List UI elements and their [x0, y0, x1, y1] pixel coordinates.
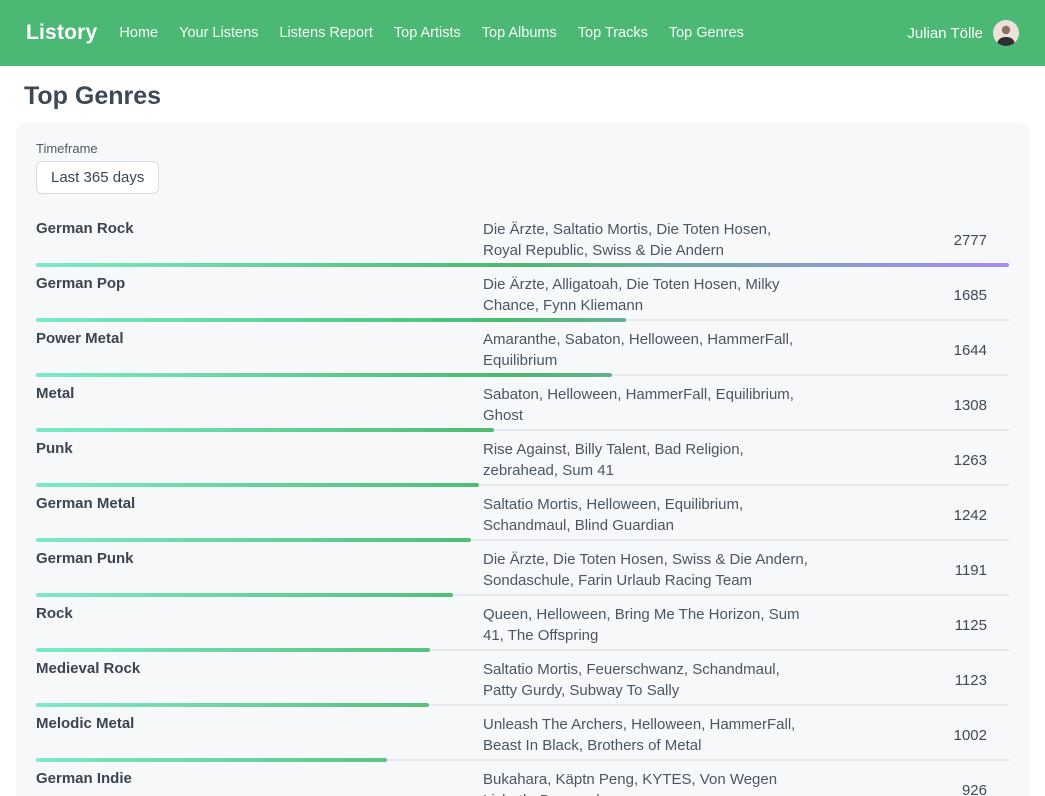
nav-item-your-listens[interactable]: Your Listens [179, 25, 258, 41]
person-icon [993, 20, 1019, 46]
genre-count: 926 [809, 782, 1009, 796]
nav-item-listens-report[interactable]: Listens Report [279, 25, 373, 41]
genre-row: German Rock Die Ärzte, Saltatio Mortis, … [36, 212, 1009, 267]
genre-name: Metal [36, 384, 483, 426]
genre-artists: Unleash The Archers, Helloween, HammerFa… [483, 714, 809, 756]
genre-name: German Metal [36, 494, 483, 536]
timeframe-label: Timeframe [36, 141, 1009, 156]
nav-item-top-genres[interactable]: Top Genres [669, 25, 744, 41]
genre-count: 2777 [809, 232, 1009, 249]
user-name: Julian Tölle [907, 25, 983, 42]
genre-count: 1002 [809, 727, 1009, 744]
top-genres-card: Timeframe Last 365 days German Rock Die … [16, 123, 1029, 796]
page-title: Top Genres [24, 82, 1029, 111]
user-menu[interactable]: Julian Tölle [907, 20, 1019, 46]
genre-count: 1644 [809, 342, 1009, 359]
genre-artists: Bukahara, Käptn Peng, KYTES, Von Wegen L… [483, 769, 809, 796]
nav-item-top-tracks[interactable]: Top Tracks [578, 25, 648, 41]
genre-count: 1123 [809, 672, 1009, 689]
main-nav: Home Your Listens Listens Report Top Artist… [119, 25, 743, 41]
genre-row: German Pop Die Ärzte, Alligatoah, Die To… [36, 267, 1009, 322]
genre-row: Rock Queen, Helloween, Bring Me The Hori… [36, 597, 1009, 652]
genre-name: Melodic Metal [36, 714, 483, 756]
nav-item-home[interactable]: Home [119, 25, 158, 41]
genre-row: German Metal Saltatio Mortis, Helloween,… [36, 487, 1009, 542]
genre-count: 1263 [809, 452, 1009, 469]
genre-row: Power Metal Amaranthe, Sabaton, Hellowee… [36, 322, 1009, 377]
genre-row: Metal Sabaton, Helloween, HammerFall, Eq… [36, 377, 1009, 432]
genre-row: Melodic Metal Unleash The Archers, Hello… [36, 707, 1009, 762]
genre-row: Medieval Rock Saltatio Mortis, Feuerschw… [36, 652, 1009, 707]
genre-artists: Saltatio Mortis, Helloween, Equilibrium,… [483, 494, 809, 536]
genre-count: 1125 [809, 617, 1009, 634]
genre-name: Medieval Rock [36, 659, 483, 701]
genre-artists: Amaranthe, Sabaton, Helloween, HammerFal… [483, 329, 809, 371]
genre-artists: Saltatio Mortis, Feuerschwanz, Schandmau… [483, 659, 809, 701]
genre-name: Rock [36, 604, 483, 646]
genres-table: German Rock Die Ärzte, Saltatio Mortis, … [36, 212, 1009, 796]
genre-name: German Indie [36, 769, 483, 796]
genre-row: Punk Rise Against, Billy Talent, Bad Rel… [36, 432, 1009, 487]
genre-count: 1191 [809, 562, 1009, 579]
timeframe-select[interactable]: Last 365 days [36, 161, 159, 194]
genre-artists: Sabaton, Helloween, HammerFall, Equilibr… [483, 384, 809, 426]
genre-artists: Die Ärzte, Alligatoah, Die Toten Hosen, … [483, 274, 809, 316]
genre-count: 1308 [809, 397, 1009, 414]
genre-count: 1685 [809, 287, 1009, 304]
genre-name: Power Metal [36, 329, 483, 371]
genre-artists: Die Ärzte, Die Toten Hosen, Swiss & Die … [483, 549, 809, 591]
genre-count: 1242 [809, 507, 1009, 524]
genre-row: German Punk Die Ärzte, Die Toten Hosen, … [36, 542, 1009, 597]
genre-name: Punk [36, 439, 483, 481]
genre-artists: Die Ärzte, Saltatio Mortis, Die Toten Ho… [483, 219, 809, 261]
genre-name: German Rock [36, 219, 483, 261]
genre-artists: Rise Against, Billy Talent, Bad Religion… [483, 439, 809, 481]
app-logo[interactable]: Listory [26, 21, 97, 45]
nav-item-top-albums[interactable]: Top Albums [482, 25, 557, 41]
nav-item-top-artists[interactable]: Top Artists [394, 25, 461, 41]
main-content: Top Genres Timeframe Last 365 days Germa… [0, 82, 1045, 796]
genre-row: German Indie Bukahara, Käptn Peng, KYTES… [36, 762, 1009, 796]
genre-artists: Queen, Helloween, Bring Me The Horizon, … [483, 604, 809, 646]
user-avatar[interactable] [993, 20, 1019, 46]
genre-name: German Punk [36, 549, 483, 591]
genre-name: German Pop [36, 274, 483, 316]
timeframe-filter: Timeframe Last 365 days [36, 141, 1009, 194]
app-header: Listory Home Your Listens Listens Report To… [0, 0, 1045, 66]
